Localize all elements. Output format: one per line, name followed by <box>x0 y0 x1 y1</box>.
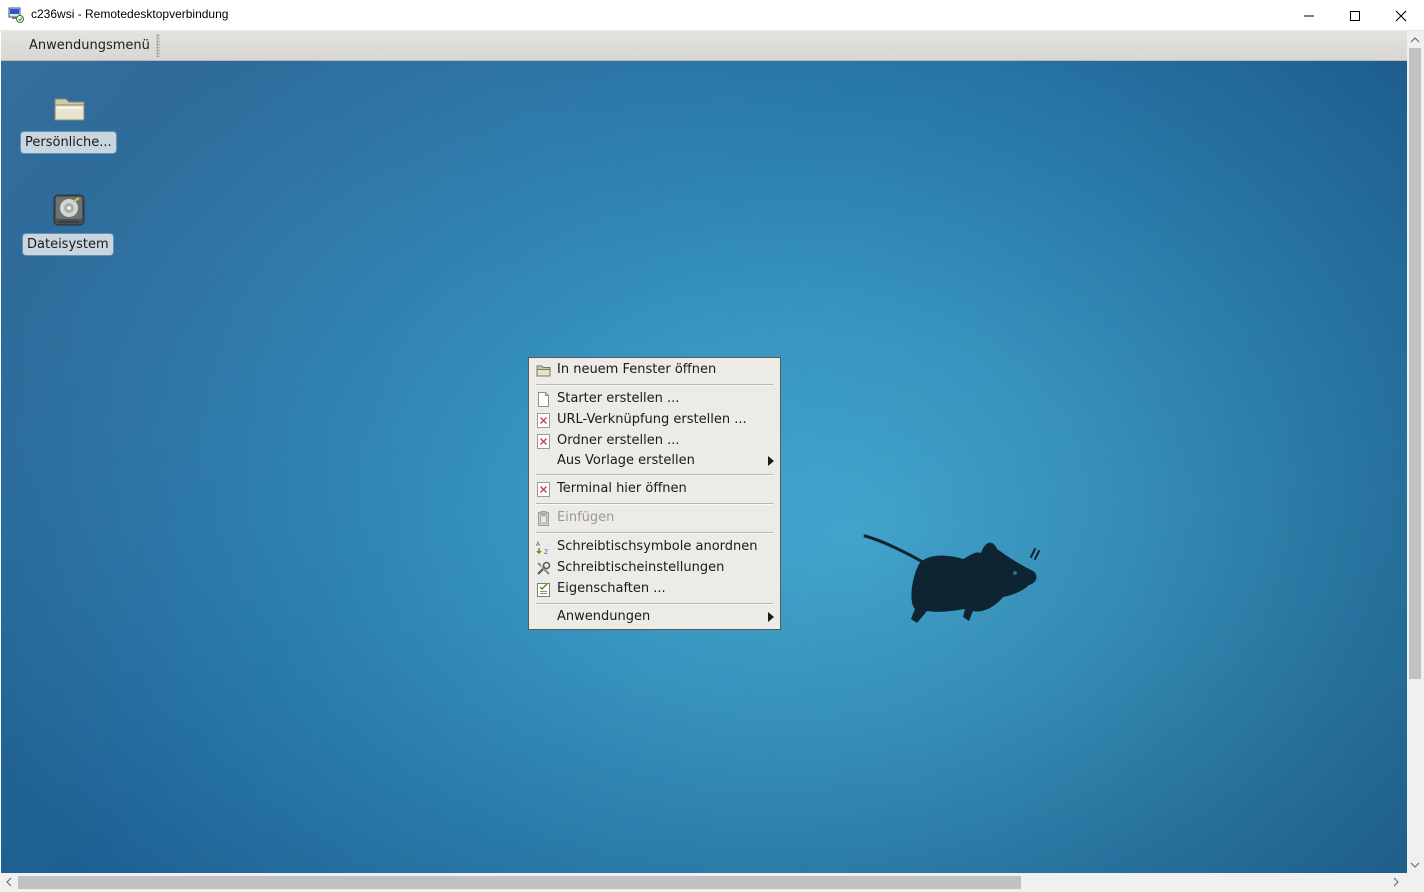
scroll-right-icon[interactable] <box>1392 877 1400 887</box>
window-titlebar[interactable]: c236wsi - Remotedesktopverbindung <box>0 0 1424 31</box>
missing-image-icon <box>537 434 550 449</box>
menu-item-create-launcher[interactable]: Starter erstellen ... <box>530 389 779 410</box>
sort-az-icon: A Z <box>536 541 548 555</box>
filesystem-drive-icon <box>53 194 85 226</box>
remote-session-area[interactable]: Anwendungsmenü Persönliche... Dateisyste… <box>1 31 1407 873</box>
horizontal-scrollbar-thumb[interactable] <box>18 876 1021 889</box>
vertical-scrollbar-thumb[interactable] <box>1409 48 1421 679</box>
application-menu-button[interactable]: Anwendungsmenü <box>17 31 162 60</box>
menu-separator <box>536 503 773 505</box>
submenu-arrow-icon <box>768 456 774 466</box>
paste-icon <box>538 511 549 526</box>
minimize-button[interactable] <box>1286 0 1332 31</box>
desktop-context-menu: In neuem Fenster öffnen Starter erstelle… <box>528 357 781 630</box>
menu-item-properties[interactable]: Eigenschaften ... <box>530 579 779 600</box>
desktop-icon-label: Dateisystem <box>23 234 113 255</box>
xfce-mouse-logo <box>863 534 1040 623</box>
maximize-icon <box>1350 11 1360 21</box>
missing-image-icon <box>537 413 550 428</box>
maximize-button[interactable] <box>1332 0 1378 31</box>
menu-item-paste: Einfügen <box>530 508 779 529</box>
submenu-arrow-icon <box>768 612 774 622</box>
panel-separator <box>156 34 160 57</box>
minimize-icon <box>1304 15 1314 17</box>
menu-item-open-terminal[interactable]: Terminal hier öffnen <box>530 479 779 500</box>
scroll-up-icon[interactable] <box>1410 36 1420 44</box>
close-icon <box>1395 10 1407 22</box>
window-title: c236wsi - Remotedesktopverbindung <box>31 7 229 21</box>
menu-item-open-new-window[interactable]: In neuem Fenster öffnen <box>530 360 779 381</box>
menu-separator <box>536 532 773 534</box>
scroll-down-icon[interactable] <box>1410 861 1420 869</box>
menu-item-create-url-link[interactable]: URL-Verknüpfung erstellen ... <box>530 410 779 431</box>
menu-item-create-from-template[interactable]: Aus Vorlage erstellen <box>530 451 779 472</box>
preferences-tools-icon <box>537 561 551 575</box>
menu-item-create-folder[interactable]: Ordner erstellen ... <box>530 431 779 452</box>
remote-desktop-icon <box>8 7 24 23</box>
desktop-icon-label: Persönliche... <box>21 132 116 153</box>
xfce-top-panel: Anwendungsmenü <box>1 31 1407 61</box>
menu-item-desktop-settings[interactable]: Schreibtischeinstellungen <box>530 558 779 579</box>
folder-open-icon <box>536 365 551 377</box>
menu-separator <box>536 474 773 476</box>
properties-icon <box>537 583 550 597</box>
close-button[interactable] <box>1378 0 1424 31</box>
document-icon <box>538 392 549 407</box>
home-folder-icon <box>54 98 85 121</box>
desktop-icon-filesystem[interactable]: Dateisystem <box>19 193 119 288</box>
menu-separator <box>536 603 773 605</box>
menu-item-arrange-icons[interactable]: A Z Schreibtischsymbole anordnen <box>530 537 779 558</box>
scroll-left-icon[interactable] <box>5 877 13 887</box>
svg-text:Z: Z <box>544 549 548 555</box>
desktop[interactable]: Persönliche... Dateisystem In neuem Fens… <box>1 61 1407 873</box>
svg-text:A: A <box>536 541 541 548</box>
menu-item-applications[interactable]: Anwendungen <box>530 607 779 628</box>
missing-image-icon <box>537 482 550 497</box>
menu-separator <box>536 384 773 386</box>
desktop-icon-home[interactable]: Persönliche... <box>19 91 119 186</box>
